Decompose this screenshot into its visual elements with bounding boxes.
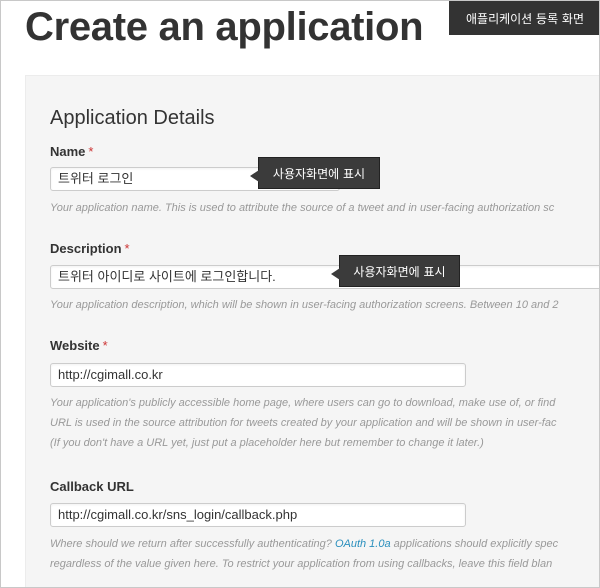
annotation-badge: 애플리케이션 등록 화면 <box>449 1 599 35</box>
website-hint: Your application's publicly accessible h… <box>50 393 599 453</box>
required-marker: * <box>102 338 108 353</box>
description-label: Description * <box>50 241 130 257</box>
website-hint-line: (If you don't have a URL yet, just put a… <box>50 437 484 449</box>
callback-hint-line: Where should we return after successfull… <box>50 534 599 554</box>
name-label: Name * <box>50 144 93 160</box>
website-hint-line: URL is used in the source attribution fo… <box>50 417 557 429</box>
website-hint-line: Your application's publicly accessible h… <box>50 397 556 409</box>
page-title: Create an application <box>25 5 424 49</box>
callback-url-field[interactable]: http://cgimall.co.kr/sns_login/callback.… <box>50 503 466 527</box>
tooltip-arrow-icon <box>331 268 340 280</box>
oauth-link[interactable]: OAuth 1.0a <box>335 538 391 550</box>
description-hint: Your application description, which will… <box>50 299 559 311</box>
description-tooltip: 사용자화면에 표시 <box>331 255 460 287</box>
callback-url-hint: Where should we return after successfull… <box>50 534 599 574</box>
callback-hint-text: Where should we return after successfull… <box>50 538 335 550</box>
name-label-text: Name <box>50 144 86 159</box>
section-title: Application Details <box>50 107 215 129</box>
name-tooltip: 사용자화면에 표시 <box>250 157 380 189</box>
callback-hint-text: applications should explicitly spec <box>390 538 559 550</box>
description-label-text: Description <box>50 241 122 256</box>
callback-url-label: Callback URL <box>50 479 134 494</box>
name-hint: Your application name. This is used to a… <box>50 202 555 214</box>
callback-hint-line: regardless of the value given here. To r… <box>50 558 553 570</box>
screenshot-frame: Create an application 애플리케이션 등록 화면 Appli… <box>0 0 600 588</box>
website-field[interactable]: http://cgimall.co.kr <box>50 363 466 387</box>
description-field[interactable]: 트위터 아이디로 사이트에 로그인합니다. <box>50 265 599 289</box>
description-tooltip-text: 사용자화면에 표시 <box>353 264 446 279</box>
website-label: Website * <box>50 338 108 354</box>
required-marker: * <box>88 144 94 159</box>
required-marker: * <box>124 241 130 256</box>
tooltip-arrow-icon <box>250 170 259 182</box>
website-label-text: Website <box>50 338 100 353</box>
name-tooltip-text: 사용자화면에 표시 <box>272 166 366 181</box>
